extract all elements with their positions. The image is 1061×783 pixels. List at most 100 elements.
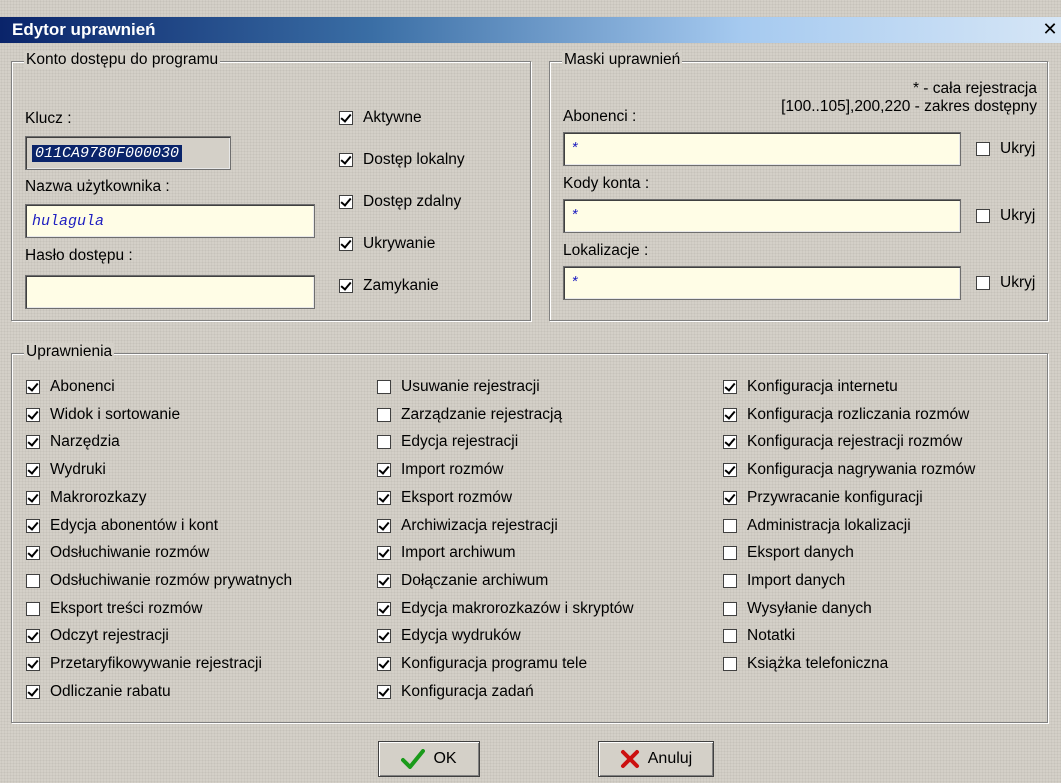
- close-icon[interactable]: ✕: [1041, 20, 1059, 38]
- checkbox-box[interactable]: [26, 657, 40, 671]
- checkbox-box[interactable]: [377, 657, 391, 671]
- checkbox-box[interactable]: [723, 490, 737, 505]
- checkbox-box[interactable]: [976, 209, 990, 223]
- user-name-field[interactable]: hulagula: [25, 204, 315, 238]
- permission-checkbox[interactable]: Eksport rozmów: [377, 488, 512, 508]
- permission-checkbox[interactable]: Przywracanie konfiguracji: [723, 488, 923, 508]
- checkbox-box[interactable]: [377, 407, 391, 422]
- permission-checkbox[interactable]: Archiwizacja rejestracji: [377, 516, 558, 536]
- checkbox-box[interactable]: [377, 546, 391, 561]
- key-field[interactable]: 011CA9780F000030: [25, 136, 231, 170]
- permission-checkbox[interactable]: Wysyłanie danych: [723, 599, 872, 619]
- checkbox-box[interactable]: [723, 407, 737, 422]
- checkbox-box[interactable]: [26, 463, 40, 478]
- permission-checkbox[interactable]: Administracja lokalizacji: [723, 516, 911, 536]
- permission-checkbox[interactable]: Narzędzia: [26, 432, 120, 452]
- checkbox-box[interactable]: [339, 111, 353, 125]
- checkbox-box[interactable]: [377, 518, 391, 533]
- flag-checkbox[interactable]: Dostęp lokalny: [339, 150, 465, 170]
- mask-field[interactable]: *: [563, 199, 961, 233]
- permission-checkbox[interactable]: Notatki: [723, 626, 795, 646]
- password-field[interactable]: [25, 275, 315, 309]
- checkbox-box[interactable]: [723, 435, 737, 450]
- flag-checkbox[interactable]: Dostęp zdalny: [339, 192, 461, 212]
- permission-checkbox[interactable]: Import danych: [723, 571, 845, 591]
- permission-checkbox[interactable]: Import archiwum: [377, 543, 516, 563]
- flag-checkbox[interactable]: Ukrywanie: [339, 234, 435, 254]
- flag-checkbox[interactable]: Aktywne: [339, 108, 422, 128]
- permission-checkbox[interactable]: Edycja abonentów i kont: [26, 516, 218, 536]
- checkbox-label: Zamykanie: [363, 277, 439, 294]
- checkbox-box[interactable]: [723, 546, 737, 561]
- checkbox-box[interactable]: [723, 573, 737, 588]
- checkbox-box[interactable]: [26, 380, 40, 394]
- hide-checkbox[interactable]: Ukryj: [976, 206, 1035, 226]
- checkbox-box[interactable]: [26, 518, 40, 533]
- permission-checkbox[interactable]: Edycja makrorozkazów i skryptów: [377, 599, 634, 619]
- checkbox-label: Aktywne: [363, 109, 422, 126]
- checkbox-box[interactable]: [377, 601, 391, 616]
- checkbox-box[interactable]: [976, 276, 990, 290]
- mask-field[interactable]: *: [563, 266, 961, 300]
- flag-checkbox[interactable]: Zamykanie: [339, 276, 439, 296]
- checkbox-box[interactable]: [377, 629, 391, 644]
- permission-checkbox[interactable]: Dołączanie archiwum: [377, 571, 548, 591]
- mask-field[interactable]: *: [563, 132, 961, 166]
- permission-checkbox[interactable]: Makrorozkazy: [26, 488, 146, 508]
- checkbox-box[interactable]: [339, 237, 353, 251]
- permission-checkbox[interactable]: Konfiguracja rozliczania rozmów: [723, 405, 969, 425]
- permission-checkbox[interactable]: Konfiguracja nagrywania rozmów: [723, 460, 975, 480]
- checkbox-box[interactable]: [723, 380, 737, 394]
- checkbox-box[interactable]: [26, 435, 40, 450]
- hide-checkbox[interactable]: Ukryj: [976, 273, 1035, 293]
- checkbox-box[interactable]: [377, 684, 391, 699]
- permission-checkbox[interactable]: Odliczanie rabatu: [26, 682, 171, 702]
- checkbox-box[interactable]: [26, 407, 40, 422]
- permission-checkbox[interactable]: Przetaryfikowywanie rejestracji: [26, 654, 262, 674]
- checkbox-box[interactable]: [339, 195, 353, 209]
- permission-checkbox[interactable]: Konfiguracja rejestracji rozmów: [723, 432, 962, 452]
- checkbox-box[interactable]: [976, 142, 990, 156]
- title-bar[interactable]: Edytor uprawnień ✕: [0, 17, 1061, 43]
- checkbox-box[interactable]: [723, 463, 737, 478]
- permission-checkbox[interactable]: Zarządzanie rejestracją: [377, 405, 562, 425]
- checkbox-box[interactable]: [26, 601, 40, 616]
- permission-checkbox[interactable]: Edycja rejestracji: [377, 432, 518, 452]
- checkbox-box[interactable]: [377, 573, 391, 588]
- permission-checkbox[interactable]: Edycja wydruków: [377, 626, 521, 646]
- permission-checkbox[interactable]: Wydruki: [26, 460, 106, 480]
- permission-checkbox[interactable]: Odczyt rejestracji: [26, 626, 169, 646]
- checkbox-box[interactable]: [377, 490, 391, 505]
- permission-checkbox[interactable]: Odsłuchiwanie rozmów: [26, 543, 209, 563]
- checkbox-box[interactable]: [339, 279, 353, 293]
- checkbox-box[interactable]: [26, 629, 40, 644]
- ok-button[interactable]: OK: [378, 741, 480, 777]
- checkbox-box[interactable]: [377, 435, 391, 450]
- permission-checkbox[interactable]: Odsłuchiwanie rozmów prywatnych: [26, 571, 292, 591]
- checkbox-label: Edycja abonentów i kont: [50, 516, 219, 534]
- checkbox-box[interactable]: [26, 490, 40, 505]
- checkbox-box[interactable]: [26, 684, 40, 699]
- checkbox-box[interactable]: [26, 573, 40, 588]
- permission-checkbox[interactable]: Usuwanie rejestracji: [377, 377, 540, 397]
- permission-checkbox[interactable]: Książka telefoniczna: [723, 654, 888, 674]
- permission-checkbox[interactable]: Konfiguracja zadań: [377, 682, 534, 702]
- checkbox-box[interactable]: [723, 657, 737, 671]
- checkbox-box[interactable]: [339, 153, 353, 167]
- checkbox-box[interactable]: [723, 629, 737, 644]
- permission-checkbox[interactable]: Eksport danych: [723, 543, 854, 563]
- permission-checkbox[interactable]: Import rozmów: [377, 460, 504, 480]
- checkbox-box[interactable]: [377, 380, 391, 394]
- account-group-legend: Konto dostępu do programu: [24, 51, 221, 69]
- permission-checkbox[interactable]: Konfiguracja programu tele: [377, 654, 587, 674]
- checkbox-box[interactable]: [723, 518, 737, 533]
- checkbox-box[interactable]: [26, 546, 40, 561]
- permission-checkbox[interactable]: Konfiguracja internetu: [723, 377, 898, 397]
- checkbox-box[interactable]: [377, 463, 391, 478]
- hide-checkbox[interactable]: Ukryj: [976, 139, 1035, 159]
- cancel-button[interactable]: Anuluj: [598, 741, 714, 777]
- checkbox-box[interactable]: [723, 601, 737, 616]
- permission-checkbox[interactable]: Abonenci: [26, 377, 115, 397]
- permission-checkbox[interactable]: Eksport treści rozmów: [26, 599, 202, 619]
- permission-checkbox[interactable]: Widok i sortowanie: [26, 405, 180, 425]
